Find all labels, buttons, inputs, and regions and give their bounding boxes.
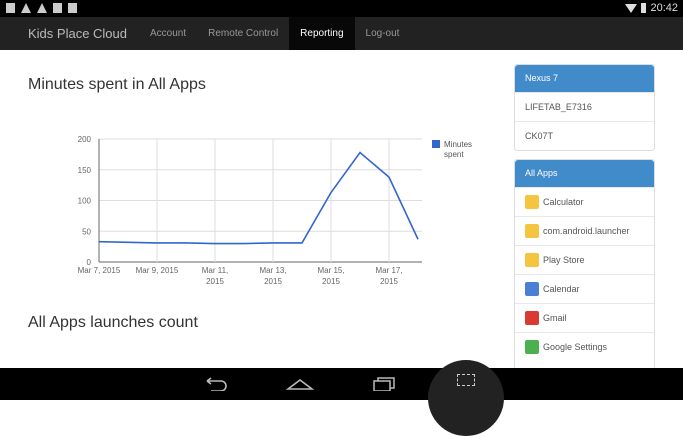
- app-item[interactable]: Google Settings: [515, 332, 654, 361]
- x-tick-label: 2015: [322, 277, 340, 286]
- x-tick-label: 2015: [264, 277, 282, 286]
- y-tick-label: 150: [78, 166, 92, 175]
- nav-logout[interactable]: Log-out: [355, 17, 411, 50]
- screenshot-icon: [457, 374, 475, 386]
- launches-title: All Apps launches count: [28, 314, 198, 332]
- device-item[interactable]: LIFETAB_E7316: [515, 92, 654, 121]
- app-item[interactable]: Calendar: [515, 274, 654, 303]
- recents-icon[interactable]: [372, 377, 396, 391]
- status-bar: 20:42: [0, 0, 683, 17]
- apps-header[interactable]: All Apps: [515, 160, 654, 187]
- gmail-icon: [525, 311, 539, 325]
- legend-label: spent: [444, 150, 464, 159]
- app-name: Calculator: [543, 188, 584, 217]
- clock: 20:42: [650, 2, 678, 14]
- x-tick-label: 2015: [206, 277, 224, 286]
- series-line-minutes-spent: [99, 153, 418, 244]
- sd-icon: [6, 3, 15, 13]
- app-item[interactable]: Calculator: [515, 187, 654, 216]
- nav-reporting[interactable]: Reporting: [289, 17, 354, 50]
- x-tick-label: Mar 7, 2015: [78, 266, 121, 275]
- app-item[interactable]: Play Store: [515, 245, 654, 274]
- x-tick-label: 2015: [380, 277, 398, 286]
- x-tick-label: Mar 15,: [317, 266, 344, 275]
- app-item[interactable]: Gmail: [515, 303, 654, 332]
- battery-icon: [641, 3, 646, 13]
- warning-icon: [37, 3, 47, 13]
- device-item[interactable]: CK07T: [515, 121, 654, 150]
- y-tick-label: 200: [78, 135, 92, 144]
- y-tick-label: 100: [78, 197, 92, 206]
- app-item[interactable]: com.android.launcher: [515, 216, 654, 245]
- google-settings-icon: [525, 340, 539, 354]
- app-name: com.android.launcher: [543, 217, 630, 246]
- default-app-icon: [525, 253, 539, 267]
- brand-link[interactable]: Kids Place Cloud: [28, 26, 127, 41]
- nav-account[interactable]: Account: [139, 17, 197, 50]
- devices-panel: Nexus 7 LIFETAB_E7316 CK07T: [514, 64, 655, 151]
- legend-label: Minutes: [444, 140, 472, 149]
- x-tick-label: Mar 17,: [375, 266, 402, 275]
- top-navbar: Kids Place Cloud Account Remote Control …: [0, 17, 683, 50]
- device-header-nexus7[interactable]: Nexus 7: [515, 65, 654, 92]
- app-name: Play Store: [543, 246, 585, 275]
- home-icon[interactable]: [286, 377, 314, 391]
- default-app-icon: [525, 195, 539, 209]
- back-icon[interactable]: [203, 377, 229, 391]
- calendar-icon: [525, 282, 539, 296]
- system-nav-bar: [0, 368, 683, 400]
- warning-icon: [21, 3, 31, 13]
- nav-remote-control[interactable]: Remote Control: [197, 17, 289, 50]
- default-app-icon: [525, 224, 539, 238]
- x-tick-label: Mar 11,: [202, 266, 229, 275]
- legend-swatch: [432, 140, 440, 148]
- app-name: Calendar: [543, 275, 580, 304]
- notification-icons: [6, 3, 77, 13]
- y-tick-label: 50: [82, 227, 91, 236]
- apps-panel: All Apps Calculatorcom.android.launcherP…: [514, 159, 655, 371]
- minutes-chart: 050100150200Mar 7, 2015Mar 9, 2015Mar 11…: [60, 130, 480, 290]
- app-name: Google Settings: [543, 333, 607, 362]
- screenshot-button[interactable]: [428, 360, 504, 436]
- play-bag-icon: [68, 3, 77, 13]
- x-tick-label: Mar 9, 2015: [136, 266, 179, 275]
- wifi-icon: [625, 4, 637, 13]
- chart-title: Minutes spent in All Apps: [28, 76, 206, 94]
- bag-icon: [53, 3, 62, 13]
- app-name: Gmail: [543, 304, 567, 333]
- x-tick-label: Mar 13,: [259, 266, 286, 275]
